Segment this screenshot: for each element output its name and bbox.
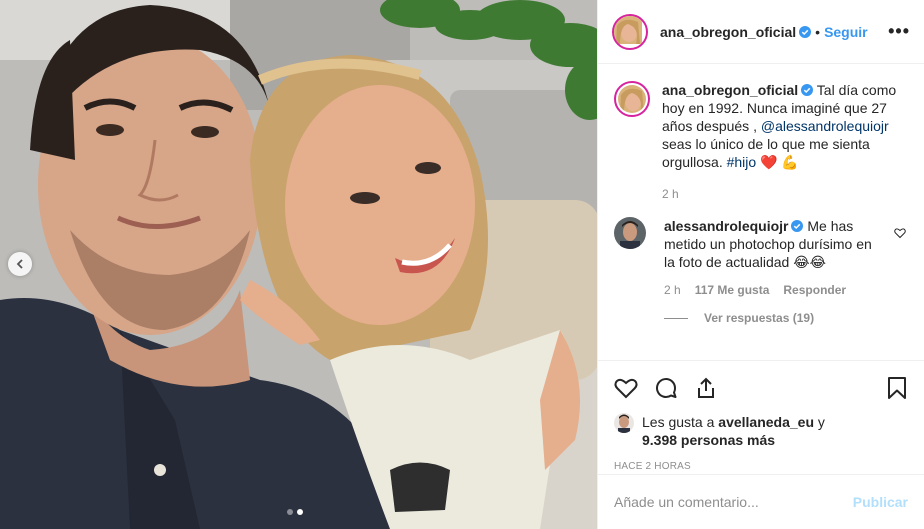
carousel-dot-active <box>297 509 303 515</box>
caption-time[interactable]: 2 h <box>662 185 679 203</box>
verified-badge-icon <box>801 84 814 96</box>
author-username[interactable]: ana_obregon_oficial <box>660 24 796 40</box>
selfie-image <box>0 0 597 529</box>
follow-button[interactable]: Seguir <box>824 24 868 40</box>
comment-icon[interactable] <box>654 376 678 400</box>
comment-meta: 2 h 117 Me gusta Responder <box>664 281 884 299</box>
share-icon[interactable] <box>694 376 718 400</box>
post-actions: Les gusta a avellaneda_eu y 9.398 person… <box>598 360 924 472</box>
likes-prefix: Les gusta a <box>642 414 715 430</box>
likes-conjunction: y <box>817 414 825 430</box>
verified-badge-icon <box>799 25 812 38</box>
likes-others[interactable]: 9.398 personas más <box>642 432 775 448</box>
comment-item: alessandrolequiojr Me has metido un phot… <box>614 217 908 299</box>
carousel-indicator <box>287 509 303 515</box>
comment-heart-icon[interactable] <box>894 227 906 239</box>
likes-summary: Les gusta a avellaneda_eu y 9.398 person… <box>614 413 908 449</box>
header-bullet: • <box>815 23 821 40</box>
comment-emoji: 😂😂 <box>793 254 826 270</box>
chevron-left-icon <box>16 259 23 269</box>
author-avatar-ring[interactable] <box>612 13 648 50</box>
carousel-dot <box>287 509 293 515</box>
mention-link[interactable]: @alessandrolequiojr <box>761 118 889 134</box>
post-side-panel: ana_obregon_oficial • Seguir ••• ana_obr… <box>597 0 924 529</box>
liker-avatar[interactable] <box>614 413 634 433</box>
hashtag-link[interactable]: #hijo <box>727 154 757 170</box>
publish-button[interactable]: Publicar <box>853 494 908 510</box>
liker-username[interactable]: avellaneda_eu <box>718 414 814 430</box>
heart-icon[interactable] <box>614 376 638 400</box>
author-avatar[interactable] <box>614 15 646 48</box>
add-comment-bar: Publicar <box>598 474 924 529</box>
post-timestamp[interactable]: HACE 2 HORAS <box>614 461 908 472</box>
caption-meta: 2 h <box>662 185 897 203</box>
comment-input[interactable] <box>614 494 853 510</box>
previous-photo-button[interactable] <box>8 252 32 276</box>
comment-likes-count[interactable]: 117 Me gusta <box>695 281 770 299</box>
caption-avatar[interactable] <box>618 85 646 113</box>
post-header: ana_obregon_oficial • Seguir ••• <box>598 0 924 64</box>
view-replies-button[interactable]: Ver respuestas (19) <box>664 311 908 325</box>
caption-username[interactable]: ana_obregon_oficial <box>662 82 798 98</box>
caption-emoji: ❤️ 💪 <box>760 154 799 170</box>
comment-time[interactable]: 2 h <box>664 281 681 299</box>
bookmark-icon[interactable] <box>886 376 908 400</box>
commenter-avatar[interactable] <box>614 217 646 249</box>
caption: ana_obregon_oficial Tal día como hoy en … <box>614 81 908 203</box>
verified-badge-icon <box>791 220 804 232</box>
action-icons <box>614 375 908 401</box>
comment-username[interactable]: alessandrolequiojr <box>664 218 788 234</box>
view-replies-label[interactable]: Ver respuestas (19) <box>704 311 814 325</box>
replies-divider <box>664 317 688 319</box>
more-options-icon[interactable]: ••• <box>888 21 910 42</box>
post-photo[interactable] <box>0 0 597 529</box>
caption-avatar-ring[interactable] <box>614 81 650 117</box>
comments-list[interactable]: ana_obregon_oficial Tal día como hoy en … <box>598 65 924 359</box>
reply-button[interactable]: Responder <box>783 281 846 299</box>
